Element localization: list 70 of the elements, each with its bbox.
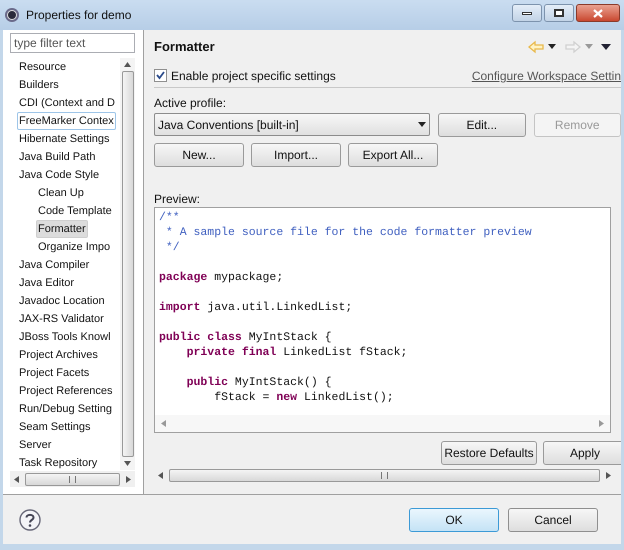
tree-item[interactable]: Seam Settings (17, 418, 93, 436)
app-gear-icon (4, 7, 20, 23)
code-line: package mypackage; (159, 270, 284, 285)
restore-defaults-button[interactable]: Restore Defaults (441, 441, 537, 465)
tree-item[interactable]: Hibernate Settings (17, 130, 112, 148)
tree-item[interactable]: Task Repository (17, 454, 100, 472)
tree-item[interactable]: Resource (17, 58, 68, 76)
apply-button[interactable]: Apply (543, 441, 621, 465)
back-arrow-icon (527, 40, 545, 54)
code-line: * A sample source file for the code formatter preview (164, 225, 532, 240)
tree-item[interactable]: Java Editor (17, 274, 76, 292)
horizontal-scrollbar[interactable] (10, 471, 135, 487)
code-line: fStack = new LinkedList(); (213, 390, 394, 405)
minimize-button[interactable] (512, 4, 542, 22)
configure-link[interactable]: Configure Workspace Settin (472, 66, 621, 84)
tree-item[interactable]: Clean Up (36, 184, 86, 202)
caret-icon (548, 44, 556, 49)
code-line: private final LinkedList fStack; (186, 345, 408, 360)
tree-item[interactable]: FreeMarker Contex (17, 112, 116, 130)
tree-item[interactable]: Server (17, 436, 54, 454)
maximize-button[interactable] (544, 4, 574, 22)
enable-checkbox[interactable] (154, 69, 167, 82)
right-arrow-icon[interactable] (126, 476, 131, 482)
code-line: */ (164, 240, 180, 255)
tree-item[interactable]: Javadoc Location (17, 292, 107, 310)
profile-action-button[interactable]: Import... (251, 143, 341, 167)
caret-icon (418, 122, 426, 127)
code-line: /** (159, 210, 180, 225)
preview-label: Preview: (154, 191, 202, 207)
back-button[interactable] (527, 40, 556, 54)
ok-button[interactable]: OK (409, 508, 499, 532)
edit-button[interactable]: Edit... (438, 113, 526, 137)
caret-icon (585, 44, 593, 49)
tree-item[interactable]: Project References (17, 382, 115, 400)
cancel-button[interactable]: Cancel (508, 508, 598, 532)
profile-action-button[interactable]: Export All... (348, 143, 438, 167)
code-line: public class MyIntStack { (159, 330, 332, 345)
tree-item[interactable]: JBoss Tools Knowl (17, 328, 113, 346)
tree-item[interactable]: CDI (Context and D (17, 94, 117, 112)
tree-item[interactable]: Builders (17, 76, 61, 94)
vertical-scrollbar[interactable] (120, 58, 135, 470)
tree-item[interactable]: Java Compiler (17, 256, 92, 274)
left-arrow-icon[interactable] (158, 472, 163, 478)
tree-item[interactable]: Formatter (36, 220, 88, 238)
tree-item[interactable]: Code Template (36, 202, 114, 220)
tree-item[interactable]: Project Archives (17, 346, 100, 364)
left-arrow-icon[interactable] (14, 476, 19, 482)
page-title: Formatter (154, 38, 215, 56)
profile-label: Active profile: (154, 95, 228, 112)
forward-arrow-icon (564, 40, 582, 54)
tree-item[interactable]: Run/Debug Setting (17, 400, 114, 418)
profile-action-button[interactable]: New... (154, 143, 244, 167)
menu-caret-icon[interactable] (601, 44, 611, 50)
filter-field[interactable]: type filter text (10, 33, 135, 53)
tree-item[interactable]: Project Facets (17, 364, 92, 382)
tree-item[interactable]: JAX-RS Validator (17, 310, 106, 328)
tree-item[interactable]: Java Code Style (17, 166, 102, 184)
tree-item[interactable]: Java Build Path (17, 148, 98, 166)
code-line: public MyIntStack() { (186, 375, 332, 390)
up-arrow-icon[interactable] (124, 62, 131, 67)
code-line: import java.util.LinkedList; (159, 300, 352, 315)
tree-item[interactable]: Organize Impo (36, 238, 112, 256)
window-title: Properties for demo (26, 7, 132, 24)
down-arrow-icon[interactable] (124, 461, 131, 466)
help-icon[interactable] (19, 508, 41, 530)
enable-label: Enable project specific settings (171, 68, 336, 84)
profile-dropdown[interactable]: Java Conventions [built-in] (154, 113, 430, 136)
right-arrow-icon[interactable] (606, 472, 611, 478)
close-button[interactable] (576, 4, 620, 22)
close-icon (593, 8, 603, 18)
